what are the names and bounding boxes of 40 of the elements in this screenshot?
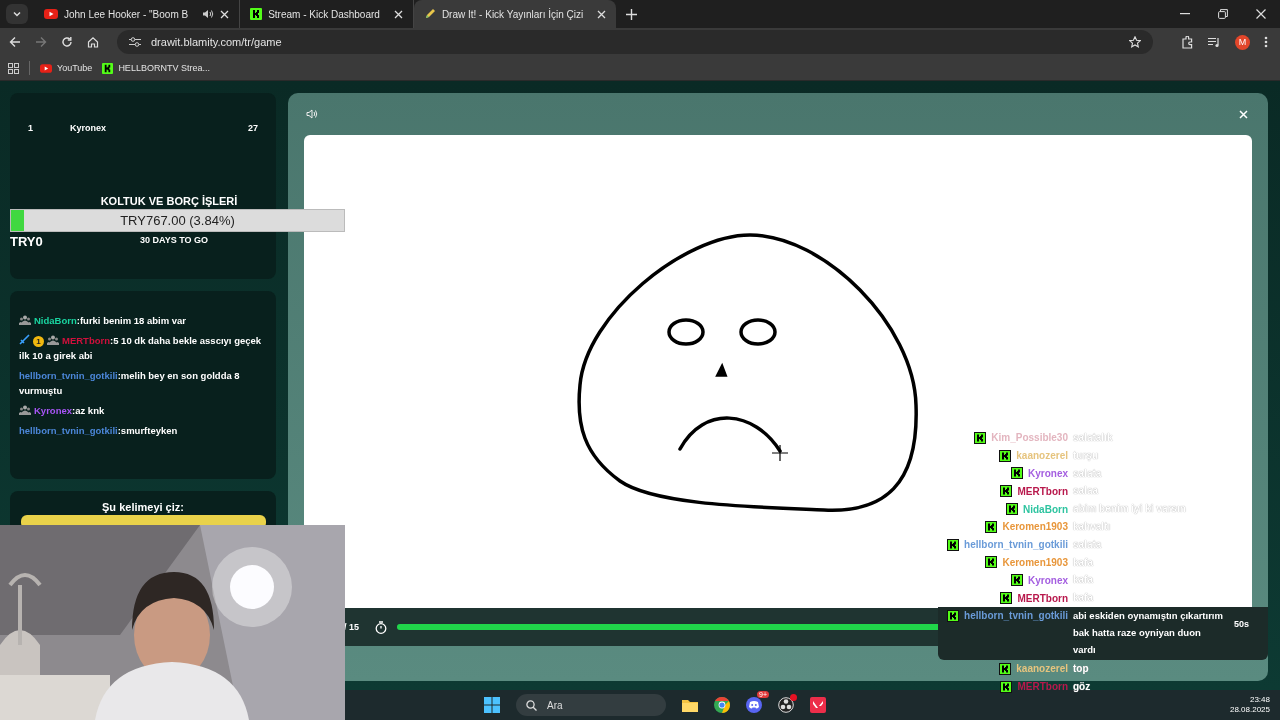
player-score: 27 — [248, 123, 258, 133]
clock-date: 28.08.2025 — [1229, 705, 1270, 715]
clock-time: 23:48 — [1249, 695, 1270, 705]
goal-title: KOLTUK VE BORÇ İŞLERİ — [100, 195, 238, 209]
chat-username: kaanozerel — [1016, 663, 1068, 675]
search-field[interactable]: Ara — [516, 694, 666, 716]
chat-username: Kyronex — [1028, 468, 1068, 479]
timer-text: 50s — [1233, 619, 1249, 629]
chat-username: Keromen1903 — [1002, 521, 1068, 533]
chat-username: MERTborn — [1017, 485, 1068, 497]
chat-message-text: abi eskiden oynamıştın çıkartırım bak hatta raze oyniyan duon vardı — [1073, 608, 1223, 657]
chat-username: MERTborn — [1017, 681, 1068, 693]
chat-message-text: göz — [1073, 679, 1092, 694]
chat-username: Kyronex — [1028, 574, 1068, 586]
browser-tab[interactable]: Draw It! - Kick Yayınları İçin Çizi — [413, 0, 617, 28]
chat-username: NidaBorn — [1023, 503, 1068, 515]
goal-amount: TRY767.00 (3.84%) — [119, 213, 236, 228]
chat-username: kaanozerel — [1016, 450, 1068, 462]
rank: 1 — [28, 123, 34, 133]
player-name: Kyronex — [70, 123, 107, 133]
chat-username: MERTborn — [1017, 592, 1068, 604]
bookmark[interactable]: YouTube — [40, 63, 93, 73]
word-prompt: Şu kelimeyi çiz: — [102, 501, 184, 513]
chat-username: Keromen1903 — [1002, 556, 1068, 568]
chat-username: Kim_Possible30 — [991, 432, 1068, 444]
address-bar[interactable]: drawit.blamity.com/tr/game — [117, 30, 1153, 54]
chat-message: NidaBorn:furki benim 18 abim var — [19, 313, 267, 328]
goal-minimum: TRY0 — [10, 234, 43, 249]
bookmark[interactable]: HELLBORNTV Strea... — [102, 62, 210, 74]
search-input[interactable]: Ara — [545, 698, 649, 712]
chat-message: 1 MERTborn:5 10 dk daha bekle asscıyı geçek ilk 10 a girek abi — [19, 333, 263, 363]
chat-message-text: top — [1073, 661, 1090, 676]
goal-remaining: 30 DAYS TO GO — [140, 235, 209, 245]
chat-message: Kyronex:az knk — [19, 403, 267, 418]
chat-username: hellborn_tvnin_gotkili — [964, 610, 1068, 622]
chat-message: hellborn_tvnin_gotkili:melih bey en son goldda 8 vurmuştu — [19, 369, 241, 398]
level-badge: 1 — [33, 336, 44, 347]
chat-username: hellborn_tvnin_gotkili — [964, 539, 1068, 551]
chat-message: hellborn_tvnin_gotkili:smurfteyken — [19, 424, 179, 438]
profile-avatar[interactable]: M — [1235, 34, 1250, 50]
